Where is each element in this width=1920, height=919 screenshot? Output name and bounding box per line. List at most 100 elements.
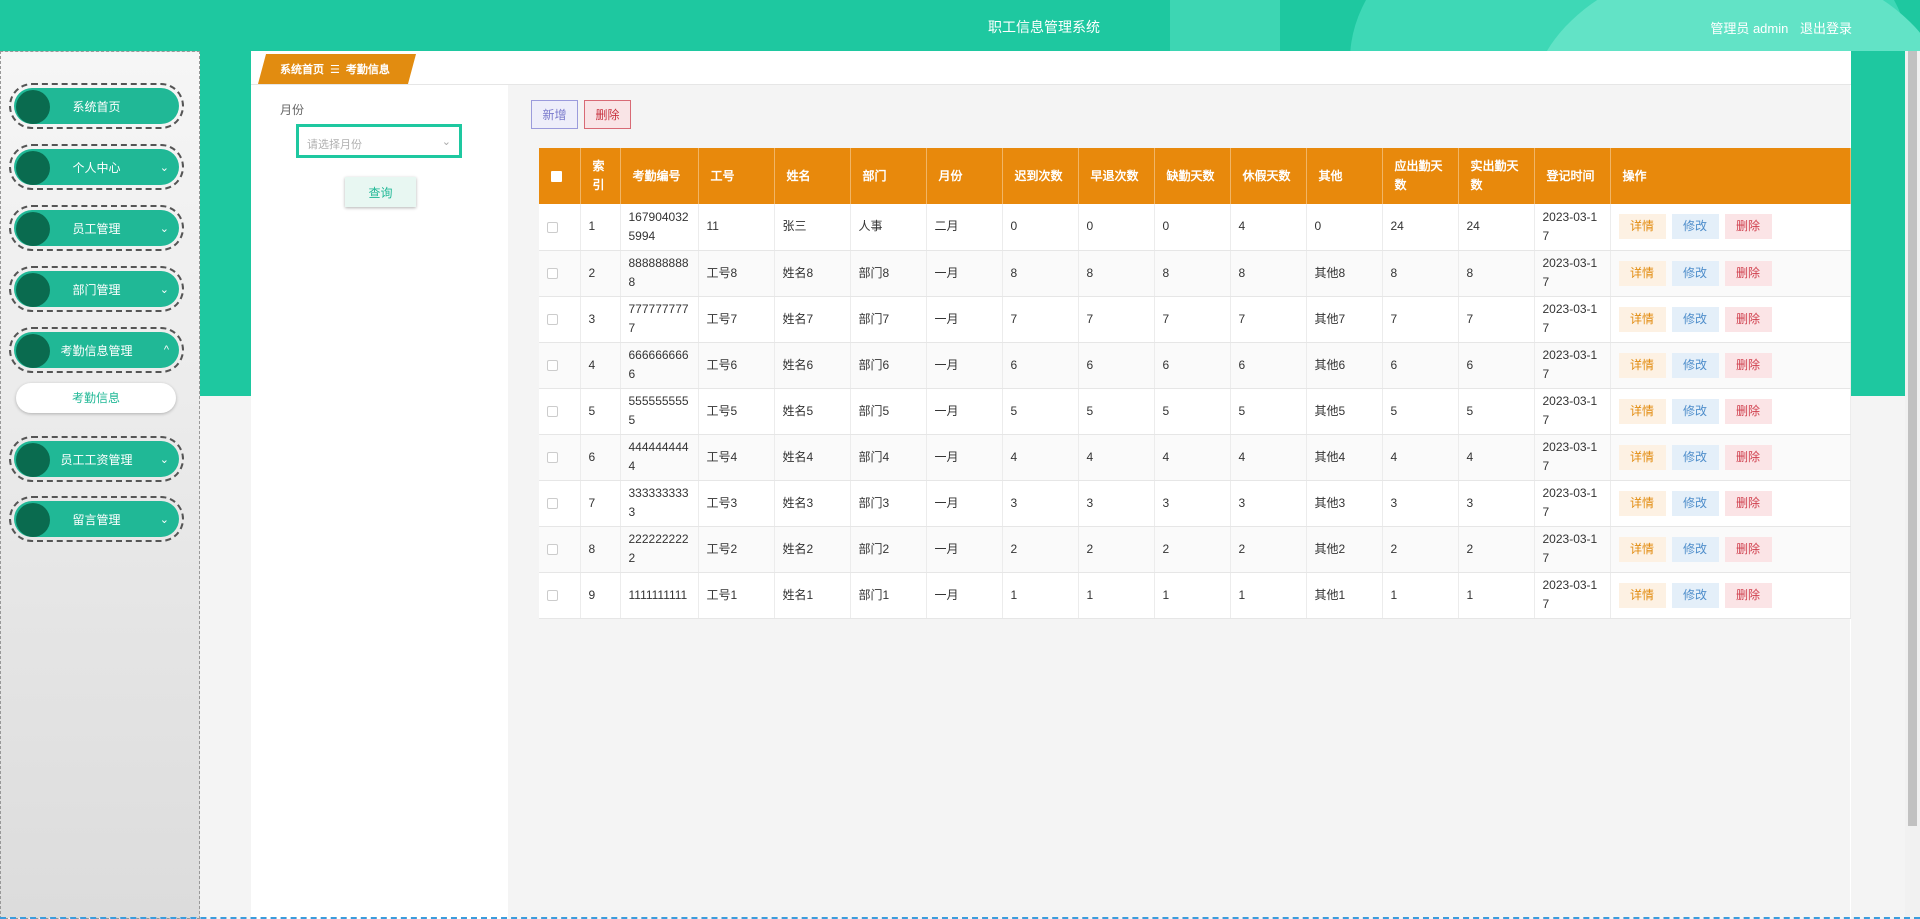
month-select[interactable]: 请选择月份 ⌄ — [296, 124, 462, 158]
column-header: 考勤编号 — [620, 148, 699, 204]
breadcrumb-separator-icon: ☰ — [330, 64, 340, 76]
row-select[interactable] — [539, 526, 581, 573]
detail-button[interactable]: 详情 — [1618, 536, 1666, 562]
delete-button[interactable]: 删除 — [1724, 490, 1772, 516]
column-header: 缺勤天数 — [1154, 148, 1231, 204]
table-cell: 4444444444 — [620, 434, 699, 481]
row-checkbox[interactable] — [547, 267, 558, 279]
edit-button[interactable]: 修改 — [1671, 260, 1719, 286]
table-cell: 7 — [1382, 296, 1459, 343]
table-cell: 部门6 — [850, 342, 927, 389]
row-select[interactable] — [539, 342, 581, 389]
edit-button[interactable]: 修改 — [1671, 536, 1719, 562]
row-select[interactable] — [539, 250, 581, 297]
row-select[interactable] — [539, 434, 581, 481]
delete-button[interactable]: 删除 — [1724, 536, 1772, 562]
menu-department[interactable]: 部门管理 ⌄ — [9, 266, 184, 312]
detail-button[interactable]: 详情 — [1618, 582, 1666, 608]
row-checkbox[interactable] — [547, 497, 558, 509]
table-cell: 一月 — [926, 526, 1003, 573]
vertical-scrollbar[interactable] — [1905, 51, 1920, 919]
row-select[interactable] — [539, 296, 581, 343]
table-cell: 5 — [580, 388, 621, 435]
row-checkbox[interactable] — [547, 313, 558, 325]
delete-button[interactable]: 删除 — [1724, 444, 1772, 470]
row-checkbox[interactable] — [547, 405, 558, 417]
add-button[interactable]: 新增 — [531, 100, 578, 129]
menu-pill: 部门管理 ⌄ — [14, 271, 179, 307]
edit-button[interactable]: 修改 — [1671, 582, 1719, 608]
table-cell: 姓名8 — [774, 250, 851, 297]
column-header: 实出勤天数 — [1458, 148, 1535, 204]
row-checkbox[interactable] — [547, 451, 558, 463]
table-cell: 2 — [1078, 526, 1155, 573]
table-cell: 姓名2 — [774, 526, 851, 573]
select-all-header[interactable] — [539, 148, 581, 204]
edit-button[interactable]: 修改 — [1671, 444, 1719, 470]
table-cell: 6 — [1458, 342, 1535, 389]
submenu-item-attendance[interactable]: 考勤信息 — [16, 383, 176, 413]
menu-pill: 系统首页 — [14, 88, 179, 124]
table-cell: 一月 — [926, 572, 1003, 619]
row-checkbox[interactable] — [547, 359, 558, 371]
edit-button[interactable]: 修改 — [1671, 398, 1719, 424]
month-filter-label: 月份 — [280, 103, 305, 117]
detail-button[interactable]: 详情 — [1618, 444, 1666, 470]
table-cell: 8 — [1078, 250, 1155, 297]
detail-button[interactable]: 详情 — [1618, 490, 1666, 516]
row-checkbox[interactable] — [547, 589, 558, 601]
table-cell: 工号4 — [698, 434, 775, 481]
detail-button[interactable]: 详情 — [1618, 352, 1666, 378]
column-header: 姓名 — [774, 148, 851, 204]
menu-salary[interactable]: 员工工资管理 ⌄ — [9, 436, 184, 482]
menu-dot-icon — [16, 212, 50, 246]
menu-label: 留言管理 — [72, 512, 121, 527]
table-cell: 24 — [1382, 204, 1459, 251]
delete-button[interactable]: 删除 — [1724, 352, 1772, 378]
table-cell: 7 — [1154, 296, 1231, 343]
delete-button[interactable]: 删除 — [1724, 582, 1772, 608]
edit-button[interactable]: 修改 — [1671, 490, 1719, 516]
row-select[interactable] — [539, 572, 581, 619]
table-cell: 一月 — [926, 480, 1003, 527]
edit-button[interactable]: 修改 — [1671, 352, 1719, 378]
delete-button[interactable]: 删除 — [1724, 306, 1772, 332]
scrollbar-thumb[interactable] — [1908, 51, 1917, 826]
select-all-checkbox[interactable] — [551, 170, 562, 182]
table-cell: 部门8 — [850, 250, 927, 297]
breadcrumb-home[interactable]: 系统首页 — [280, 64, 324, 76]
menu-message[interactable]: 留言管理 ⌄ — [9, 496, 184, 542]
table-cell: 6 — [1382, 342, 1459, 389]
column-header: 早退次数 — [1078, 148, 1155, 204]
menu-attendance[interactable]: 考勤信息管理 ^ — [9, 327, 184, 373]
table-cell: 一月 — [926, 388, 1003, 435]
batch-delete-button[interactable]: 删除 — [584, 100, 631, 129]
table-cell: 一月 — [926, 250, 1003, 297]
menu-profile[interactable]: 个人中心 ⌄ — [9, 144, 184, 190]
delete-button[interactable]: 删除 — [1724, 260, 1772, 286]
row-select[interactable] — [539, 204, 581, 251]
edit-button[interactable]: 修改 — [1671, 214, 1719, 240]
delete-button[interactable]: 删除 — [1724, 214, 1772, 240]
detail-button[interactable]: 详情 — [1618, 260, 1666, 286]
menu-pill: 个人中心 ⌄ — [14, 149, 179, 185]
edit-button[interactable]: 修改 — [1671, 306, 1719, 332]
row-checkbox[interactable] — [547, 221, 558, 233]
menu-home[interactable]: 系统首页 — [9, 83, 184, 129]
row-checkbox[interactable] — [547, 543, 558, 555]
table-cell: 工号7 — [698, 296, 775, 343]
row-select[interactable] — [539, 388, 581, 435]
query-button[interactable]: 查询 — [345, 177, 416, 207]
logout-link[interactable]: 退出登录 — [1800, 21, 1852, 36]
column-header: 索引 — [580, 148, 621, 204]
detail-button[interactable]: 详情 — [1618, 398, 1666, 424]
menu-employee[interactable]: 员工管理 ⌄ — [9, 205, 184, 251]
detail-button[interactable]: 详情 — [1618, 214, 1666, 240]
table-cell: 6 — [1078, 342, 1155, 389]
table-cell: 2 — [580, 250, 621, 297]
row-select[interactable] — [539, 480, 581, 527]
table-cell: 1 — [1002, 572, 1079, 619]
row-actions: 详情 修改 删除 — [1610, 526, 1851, 573]
detail-button[interactable]: 详情 — [1618, 306, 1666, 332]
delete-button[interactable]: 删除 — [1724, 398, 1772, 424]
